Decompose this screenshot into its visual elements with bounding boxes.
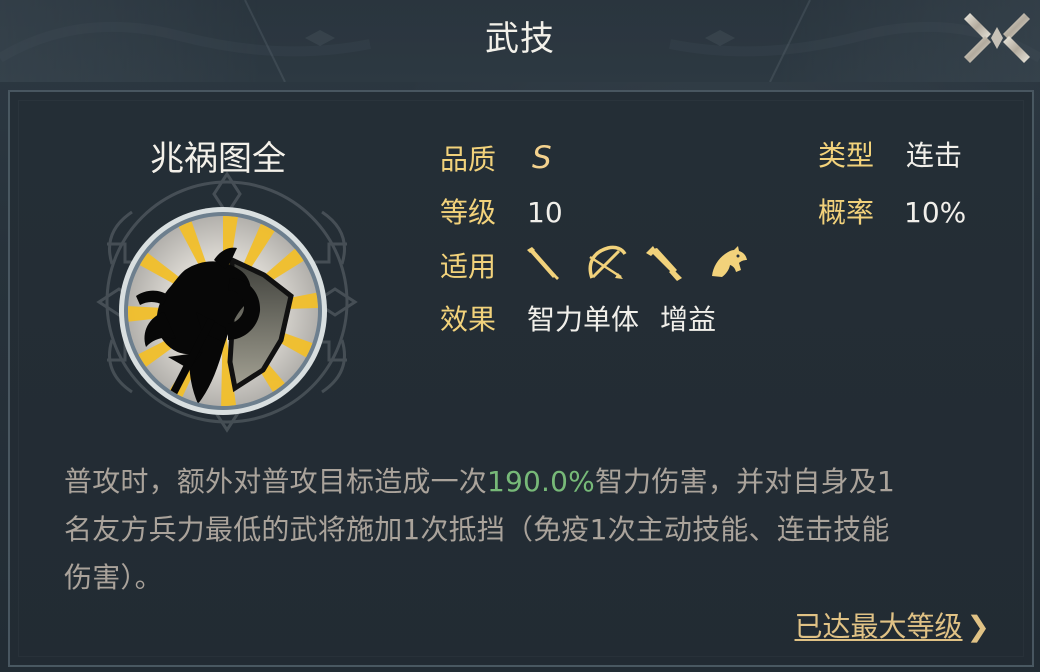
effect-secondary-value: 增益 bbox=[660, 303, 717, 336]
chance-value: 10% bbox=[904, 196, 967, 229]
bow-icon bbox=[582, 242, 628, 288]
skill-panel: 武技 兆祸图全 品质 S 等级 10 适用 效果 智力单体 增益 类型 连击 概… bbox=[0, 0, 1040, 672]
skill-emblem-icon bbox=[119, 207, 327, 415]
quality-label: 品质 bbox=[440, 143, 497, 176]
skill-name: 兆祸图全 bbox=[150, 139, 286, 179]
max-level-link[interactable]: 已达最大等级 ❯ bbox=[795, 610, 990, 644]
apply-label: 适用 bbox=[440, 250, 497, 283]
close-button[interactable] bbox=[962, 3, 1032, 73]
level-value: 10 bbox=[527, 196, 563, 229]
chance-label: 概率 bbox=[818, 196, 875, 229]
horse-icon bbox=[704, 242, 750, 288]
quality-value: S bbox=[532, 140, 552, 176]
skill-stats: 品质 S 等级 10 适用 效果 智力单体 增益 类型 连击 概率 10% bbox=[440, 137, 1000, 347]
description-after-line1: 智力伤害，并对自身及1 bbox=[594, 465, 895, 498]
sword-icon bbox=[522, 242, 568, 288]
level-label: 等级 bbox=[440, 196, 497, 229]
close-icon bbox=[964, 13, 1030, 63]
skill-description: 普攻时，额外对普攻目标造成一次190.0%智力伤害，并对自身及1 名友方兵力最低… bbox=[64, 458, 974, 602]
type-label: 类型 bbox=[818, 139, 875, 172]
page-title: 武技 bbox=[485, 19, 555, 59]
type-value: 连击 bbox=[906, 139, 963, 172]
effect-primary-value: 智力单体 bbox=[527, 303, 640, 336]
description-highlight: 190.0% bbox=[487, 465, 595, 498]
header-bar: 武技 bbox=[0, 0, 1040, 82]
description-line2: 名友方兵力最低的武将施加1次抵挡（免疫1次主动技能、连击技能 bbox=[64, 513, 890, 546]
description-line3: 伤害）。 bbox=[64, 561, 163, 594]
max-level-text: 已达最大等级 bbox=[794, 610, 963, 643]
description-before: 普攻时，额外对普攻目标造成一次 bbox=[64, 465, 488, 498]
chevron-right-icon: ❯ bbox=[966, 610, 990, 643]
spear-icon bbox=[642, 242, 688, 288]
effect-label: 效果 bbox=[440, 303, 497, 336]
